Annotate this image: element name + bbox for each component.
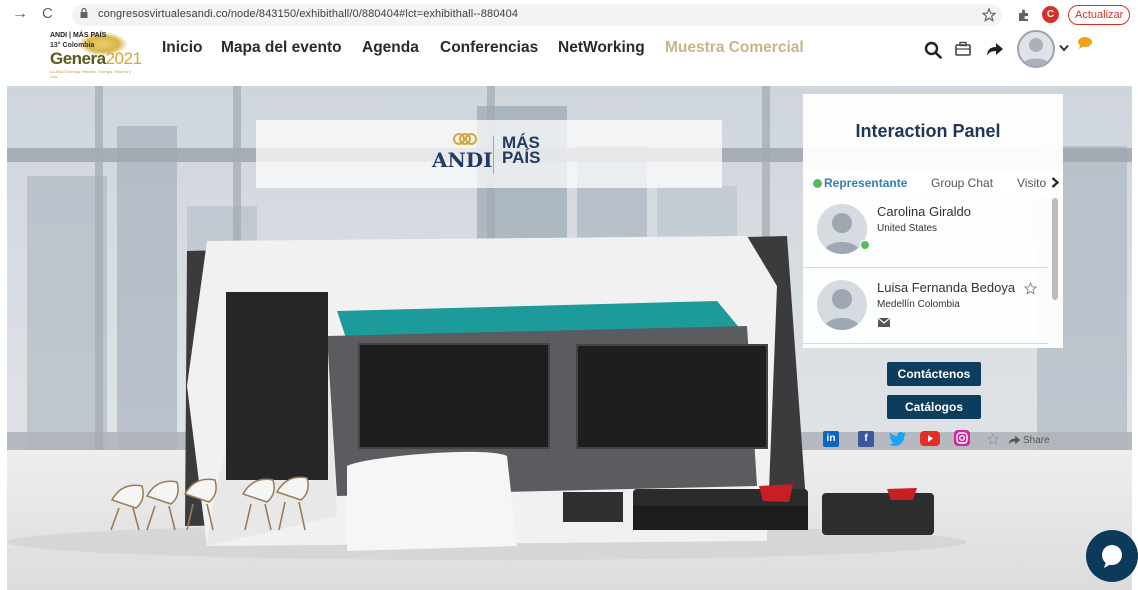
representative-card[interactable]: Carolina Giraldo United States — [803, 196, 1048, 268]
panel-scrollbar[interactable] — [1052, 198, 1058, 300]
share-icon[interactable] — [1008, 435, 1021, 445]
chat-bubble-icon[interactable] — [1077, 36, 1093, 50]
online-dot-icon — [813, 179, 822, 188]
online-status-icon — [860, 240, 870, 250]
nav-mapa-del-evento[interactable]: Mapa del evento — [221, 39, 342, 57]
contact-button[interactable]: Contáctenos — [887, 362, 981, 386]
logo-tagline: La ANDI Energía Petróleo, Energía, Miner… — [50, 69, 131, 79]
nav-conferencias[interactable]: Conferencias — [440, 39, 538, 57]
exhibit-booth-scene: ANDI MÁS PAÍS Interaction Panel Represen… — [7, 86, 1132, 590]
nav-networking[interactable]: NetWorking — [558, 39, 645, 57]
andi-symbol-icon — [453, 133, 477, 145]
logo-year: 2021 — [105, 49, 142, 68]
tab-group-chat[interactable]: Group Chat — [931, 176, 993, 190]
interaction-panel: Interaction Panel Representante Group Ch… — [803, 94, 1063, 348]
nav-muestra-comercial[interactable]: Muestra Comercial — [665, 39, 804, 57]
rep-location: United States — [877, 223, 938, 234]
envelope-icon[interactable] — [878, 318, 890, 327]
booth-banner[interactable]: ANDI MÁS PAÍS — [256, 120, 722, 188]
banner-andi-text: ANDI — [432, 148, 493, 172]
share-arrow-icon[interactable] — [986, 41, 1004, 57]
panel-tabs: Representante Group Chat Visito — [803, 172, 1063, 194]
lock-icon — [80, 8, 88, 18]
star-bookmark-icon[interactable] — [982, 8, 996, 22]
linkedin-icon[interactable]: in — [823, 431, 839, 447]
rep-location: Medellín Colombia — [877, 299, 960, 310]
reload-icon[interactable]: C — [42, 5, 53, 22]
user-avatar[interactable] — [1017, 30, 1055, 68]
rep-avatar — [817, 280, 867, 330]
rep-name: Carolina Giraldo — [877, 204, 971, 219]
extension-puzzle-icon[interactable] — [1017, 8, 1031, 22]
logo-edition: 13° Colombia — [50, 42, 95, 49]
twitter-icon[interactable] — [889, 431, 907, 447]
back-arrow-icon[interactable]: → — [12, 5, 28, 23]
catalog-button[interactable]: Catálogos — [887, 395, 981, 419]
favorite-star-icon[interactable] — [1024, 282, 1037, 295]
user-silhouette-icon — [1022, 38, 1050, 66]
logo-genera: Genera — [50, 49, 106, 68]
chat-bubble-icon — [1102, 545, 1122, 568]
chevron-right-icon[interactable] — [1051, 177, 1059, 188]
logo-wordmark: Genera2021 — [50, 49, 142, 69]
site-header: ANDI | MÁS PAÍS 13° Colombia Genera2021 … — [0, 30, 1138, 86]
banner-pais: PAÍS — [502, 148, 541, 167]
rate-star-icon[interactable] — [987, 433, 999, 445]
rep-name: Luisa Fernanda Bedoya — [877, 280, 1016, 295]
url-text: congresosvirtualesandi.co/node/843150/ex… — [98, 8, 519, 20]
briefcase-icon[interactable] — [955, 41, 971, 57]
chevron-down-icon[interactable] — [1059, 44, 1069, 52]
tab-representante[interactable]: Representante — [824, 176, 907, 190]
facebook-icon[interactable]: f — [858, 431, 874, 447]
logo-andi-mas-pais: ANDI | MÁS PAÍS — [50, 32, 107, 39]
browser-toolbar: → C congresosvirtualesandi.co/node/84315… — [0, 0, 1138, 30]
panel-title: Interaction Panel — [855, 121, 1001, 141]
user-silhouette-icon — [823, 289, 861, 330]
nav-agenda[interactable]: Agenda — [362, 39, 419, 57]
share-label[interactable]: Share — [1023, 435, 1050, 446]
search-icon[interactable] — [924, 41, 942, 59]
representative-card[interactable]: Luisa Fernanda Bedoya Medellín Colombia — [803, 272, 1048, 344]
nav-inicio[interactable]: Inicio — [162, 39, 202, 57]
instagram-icon[interactable] — [954, 430, 970, 446]
banner-divider — [493, 136, 494, 174]
profile-avatar[interactable]: C — [1042, 6, 1059, 23]
genera-2021-logo[interactable]: ANDI | MÁS PAÍS 13° Colombia Genera2021 … — [50, 32, 142, 79]
chat-launcher-button[interactable] — [1086, 530, 1138, 582]
banner-mas-pais-text: MÁS PAÍS — [502, 134, 541, 167]
update-button[interactable]: Actualizar — [1068, 5, 1131, 25]
youtube-icon[interactable] — [920, 431, 940, 446]
tab-visito[interactable]: Visito — [1017, 176, 1046, 190]
